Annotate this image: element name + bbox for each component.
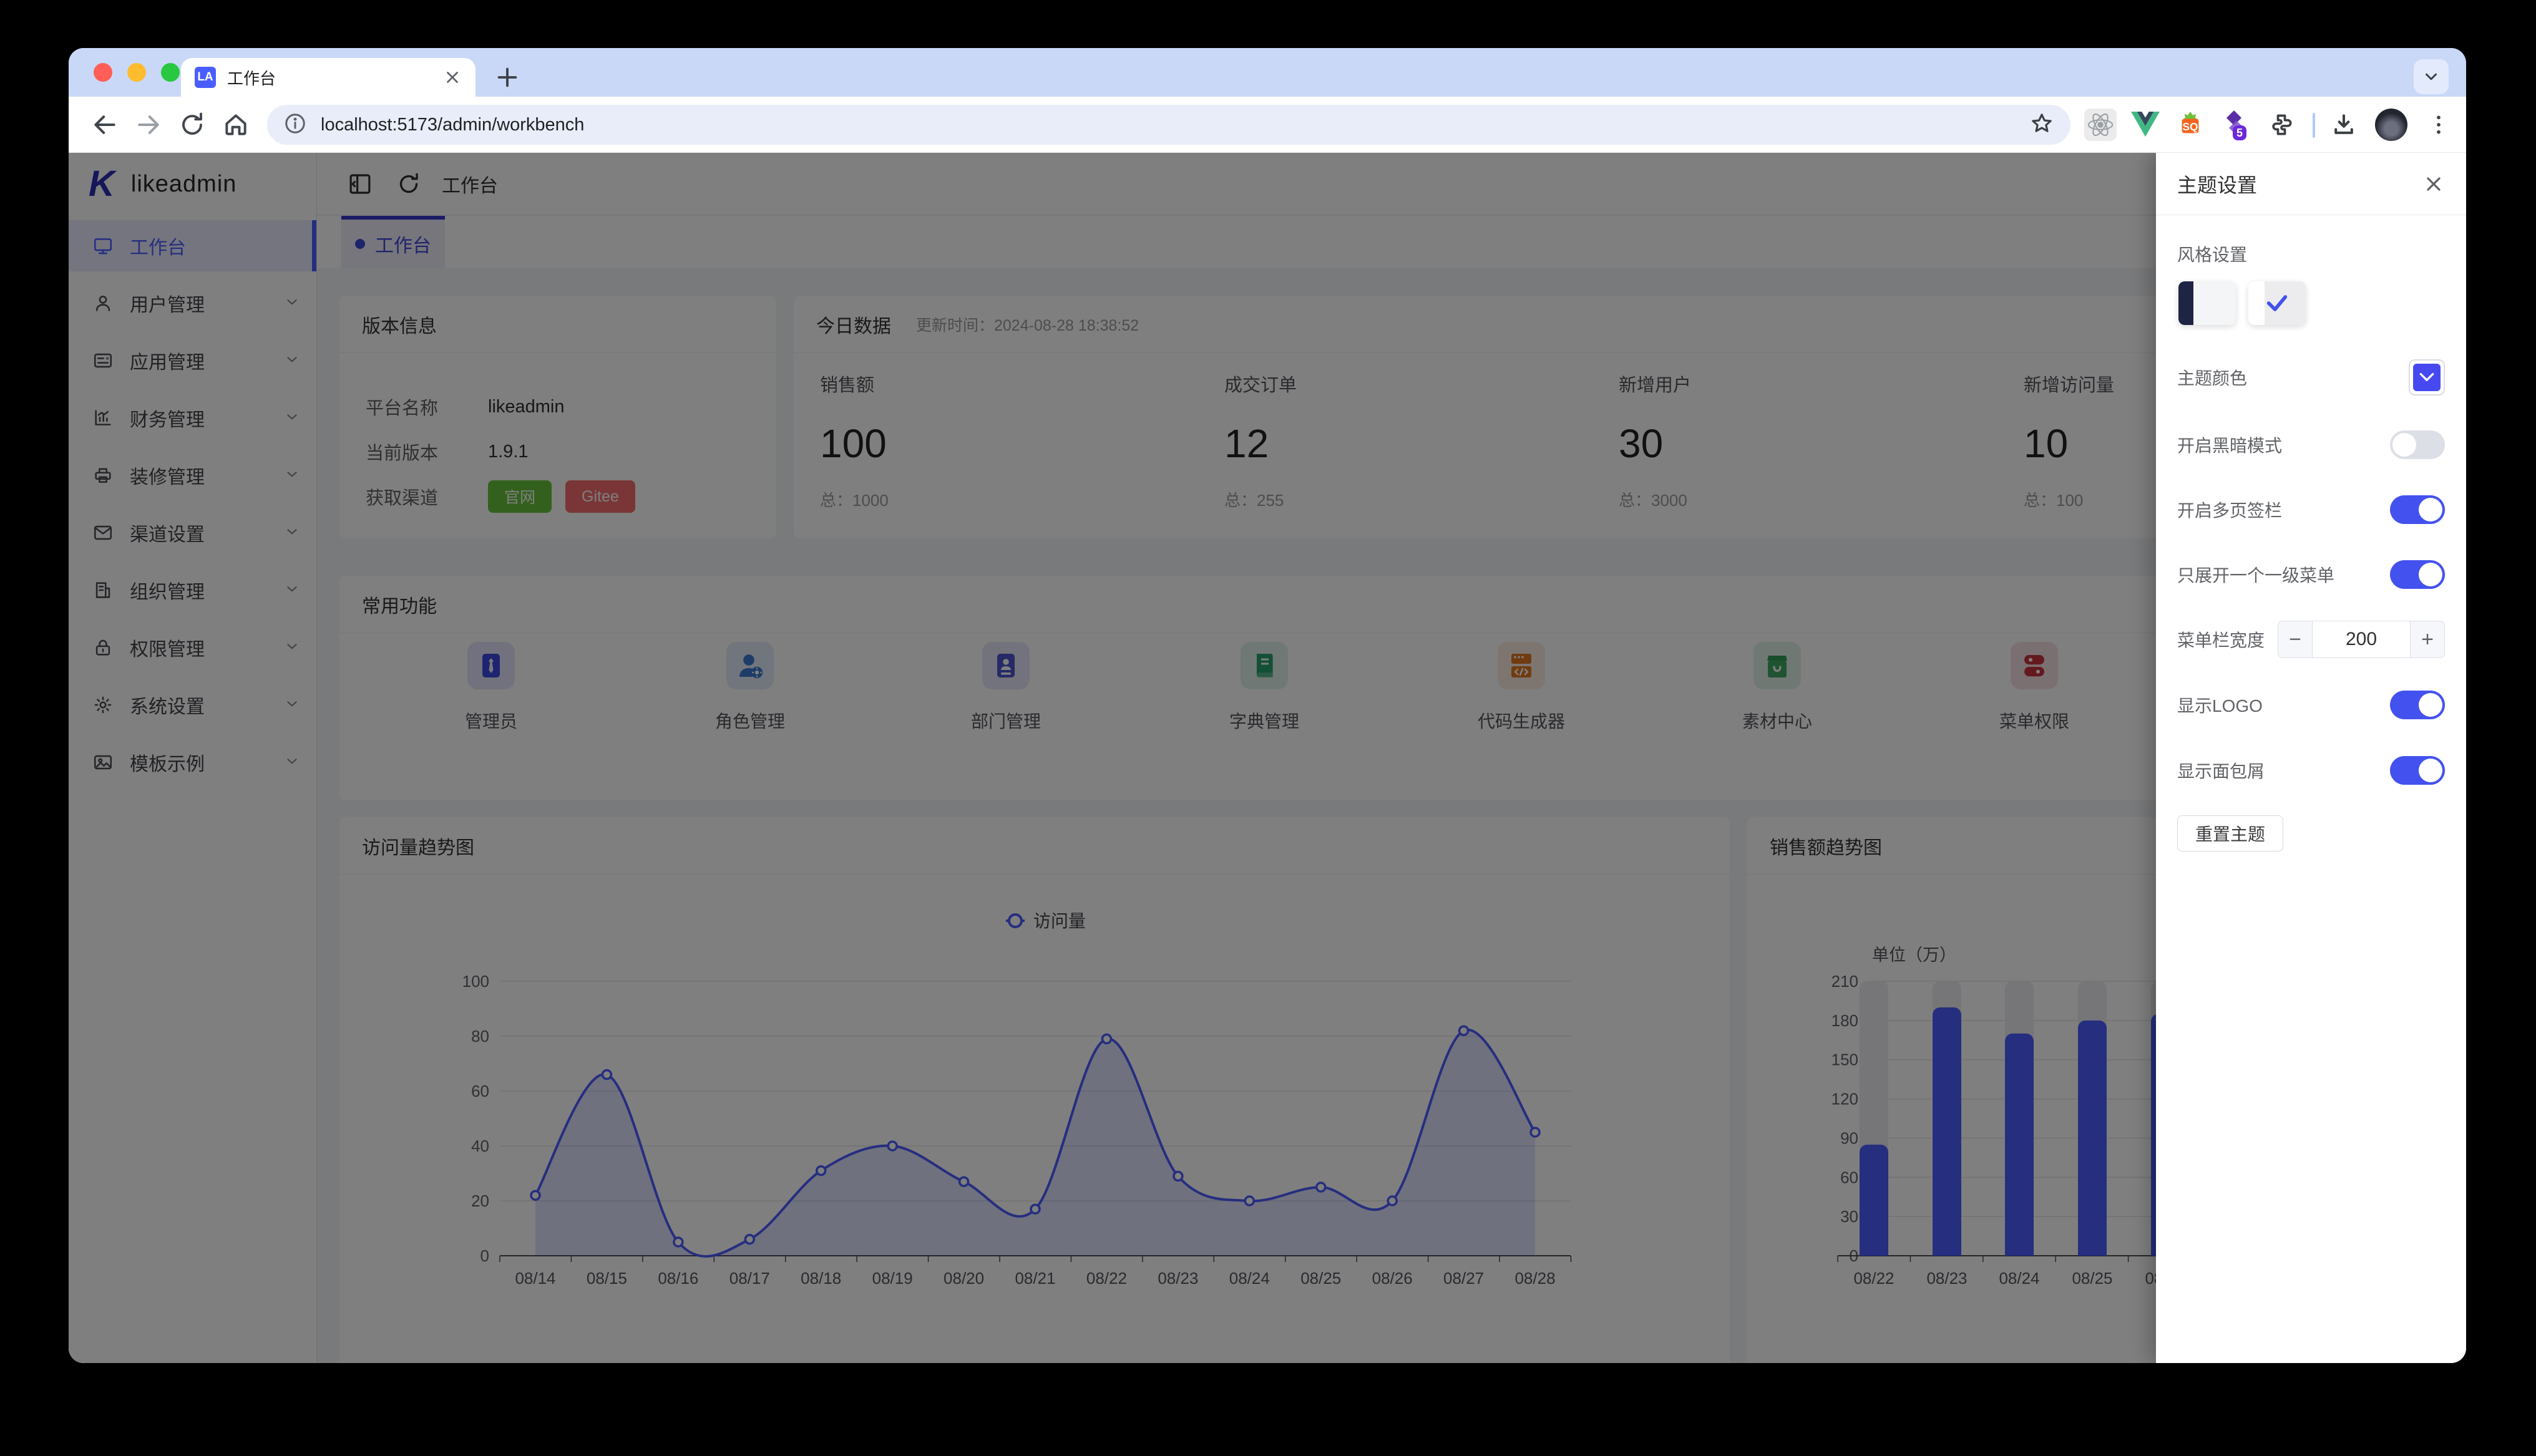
dark-mode-toggle[interactable]	[2390, 430, 2445, 459]
bookmark-star-icon[interactable]	[2029, 111, 2054, 139]
gem-extension-icon[interactable]: 5	[2219, 109, 2251, 141]
reload-button[interactable]	[175, 107, 210, 142]
tab-favicon: LA	[195, 67, 216, 88]
chevron-down-icon	[2419, 372, 2434, 381]
svg-text:SQ: SQ	[2183, 120, 2198, 133]
minus-button[interactable]: −	[2278, 621, 2312, 658]
theme-color-label: 主题颜色	[2177, 369, 2248, 388]
home-button[interactable]	[218, 107, 253, 142]
browser-tab-strip: LA 工作台	[69, 48, 2466, 97]
close-window-button[interactable]	[94, 63, 112, 82]
style-section-label: 风格设置	[2177, 245, 2248, 265]
single-menu-label: 只展开一个一级菜单	[2177, 566, 2335, 585]
show-logo-toggle[interactable]	[2390, 691, 2445, 719]
menu-width-value[interactable]: 200	[2312, 621, 2411, 658]
theme-color-picker[interactable]	[2409, 359, 2445, 396]
vue-devtools-icon[interactable]	[2129, 109, 2162, 141]
theme-color-swatch	[2413, 364, 2441, 391]
tab-search-button[interactable]	[2414, 59, 2449, 94]
svg-text:5: 5	[2236, 127, 2243, 139]
profile-avatar[interactable]	[2375, 109, 2407, 141]
tab-title: 工作台	[227, 69, 276, 88]
check-icon	[2266, 295, 2288, 311]
style-option-light-selected[interactable]	[2248, 281, 2306, 325]
menu-width-stepper: − 200 +	[2278, 621, 2445, 658]
multi-tabs-label: 开启多页签栏	[2177, 501, 2283, 520]
drawer-close-icon[interactable]	[2422, 173, 2445, 195]
browser-menu-button[interactable]	[2422, 109, 2455, 141]
plus-button[interactable]: +	[2411, 621, 2444, 658]
show-breadcrumb-toggle[interactable]	[2390, 756, 2445, 785]
show-logo-label: 显示LOGO	[2177, 696, 2263, 716]
url-text: localhost:5173/admin/workbench	[321, 114, 585, 135]
show-breadcrumb-label: 显示面包屑	[2177, 762, 2265, 781]
likeadmin-app: K likeadmin 工作台用户管理应用管理财务管理装修管理渠道设置组织管理权…	[69, 153, 2466, 1363]
extensions-puzzle-icon[interactable]	[2265, 109, 2298, 141]
theme-settings-drawer: 主题设置 风格设置 主题颜色 开启黑暗模式 开启多页签栏 只展开一个一级菜单 菜…	[2156, 153, 2466, 1363]
menu-width-label: 菜单栏宽度	[2177, 631, 2265, 650]
multi-tabs-toggle[interactable]	[2390, 495, 2445, 524]
site-info-icon[interactable]	[283, 112, 307, 138]
dark-mode-label: 开启黑暗模式	[2177, 436, 2283, 455]
browser-window: LA 工作台 localhost:5173/admin/workbench SQ…	[69, 48, 2466, 1363]
minimize-window-button[interactable]	[127, 63, 146, 82]
address-bar[interactable]: localhost:5173/admin/workbench	[267, 105, 2070, 145]
reset-theme-button[interactable]: 重置主题	[2177, 815, 2283, 852]
zoom-window-button[interactable]	[161, 63, 180, 82]
drawer-title: 主题设置	[2177, 173, 2258, 197]
style-option-dark-sidebar[interactable]	[2178, 281, 2236, 325]
react-devtools-icon[interactable]	[2084, 109, 2117, 141]
drawer-modal-overlay[interactable]	[69, 153, 2466, 1363]
browser-toolbar: localhost:5173/admin/workbench SQ 5	[69, 97, 2466, 153]
browser-tab[interactable]: LA 工作台	[181, 58, 476, 97]
downloads-button[interactable]	[2328, 109, 2360, 141]
toolbar-divider	[2313, 113, 2315, 138]
forward-button[interactable]	[131, 107, 166, 142]
tab-close-icon[interactable]	[443, 68, 462, 87]
single-menu-toggle[interactable]	[2390, 560, 2445, 589]
back-button[interactable]	[87, 107, 122, 142]
new-tab-button[interactable]	[493, 63, 522, 92]
sq-extension-icon[interactable]: SQ	[2174, 109, 2207, 141]
